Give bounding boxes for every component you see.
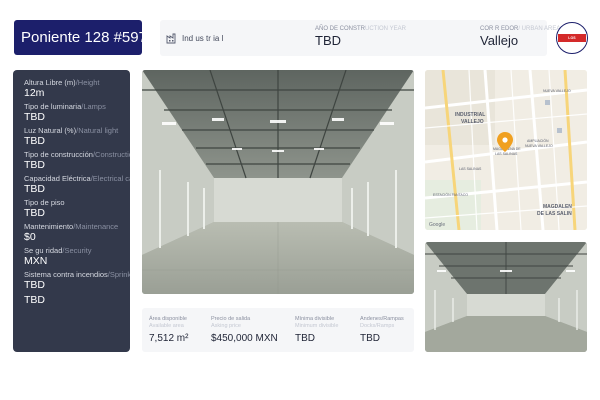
- corridor-label-en: / URBAN AREA: [518, 26, 561, 32]
- map-label: AMPLIACIÓN: [527, 138, 549, 143]
- property-type-chip: Ind us tr ia l: [166, 28, 223, 48]
- warehouse-interior-image-small: [425, 242, 587, 352]
- stat-value: 7,512 m²: [149, 333, 189, 344]
- spec-label-en: /Electrical capacity: [90, 174, 130, 183]
- spec-label-en: /Security: [62, 246, 92, 255]
- warehouse-interior-image: [142, 70, 414, 294]
- spec-label: Tipo de piso: [24, 198, 65, 207]
- construction-year-field: AÑO DE CONSTRUCTION YEAR TBD: [315, 26, 406, 48]
- spec-value: TBD: [24, 207, 45, 219]
- stat-label: Mínima divisible: [295, 316, 335, 322]
- spec-item: Se gu ridad/Security MXN: [24, 246, 130, 268]
- warehouse-secondary-photo[interactable]: [425, 242, 587, 352]
- map-label: DE LAS SALIN: [537, 211, 572, 217]
- corridor-label: COR R EDOR: [480, 26, 519, 32]
- spec-label: Tipo de luminaria: [24, 102, 82, 111]
- spec-value: $0: [24, 231, 36, 243]
- warehouse-main-photo[interactable]: [142, 70, 414, 294]
- logo-text: LOS INMUEBLES: [558, 34, 586, 48]
- spec-value: TBD: [24, 183, 45, 195]
- corridor-value: Vallejo: [480, 33, 519, 48]
- spec-item: Sistema contra incendios/Sprinkling Syst…: [24, 270, 130, 292]
- spec-item: Tipo de piso TBD: [24, 198, 130, 220]
- stat-value: $450,000 MXN: [211, 333, 278, 344]
- listing-stats-bar: Área disponible Available area 7,512 m² …: [142, 308, 414, 352]
- spec-item: Capacidad Eléctrica/Electrical capacity …: [24, 174, 130, 196]
- spec-label-en: /Lamps: [81, 102, 106, 111]
- spec-label: Capacidad Eléctrica: [24, 174, 91, 183]
- map-attribution: Google: [429, 222, 445, 228]
- factory-icon: [166, 33, 176, 44]
- spec-item: Tipo de construcción/Construction TBD: [24, 150, 130, 172]
- spec-item: Luz Natural (%)/Natural light TBD: [24, 126, 130, 148]
- stat-label: Andenes/Rampas: [360, 316, 404, 322]
- map-image: INDUSTRIAL VALLEJO AMPLIACIÓN NUEVA VALL…: [425, 70, 587, 230]
- spec-label: Altura Libre (m): [24, 78, 76, 87]
- spec-value: MXN: [24, 255, 48, 267]
- spec-label-en: /Construction: [92, 150, 130, 159]
- stat-value: TBD: [295, 333, 315, 344]
- map-label: NUEVA VALLEJO: [525, 144, 553, 148]
- spec-label: Se gu ridad: [24, 246, 63, 255]
- stat-label: Área disponible: [149, 316, 187, 322]
- construction-year-label-en: UCTION YEAR: [365, 26, 406, 32]
- property-title: Poniente 128 #597: [14, 20, 147, 55]
- spec-item: Altura Libre (m)/Height 12m: [24, 78, 130, 100]
- map-label: LAS SALINAS: [459, 167, 482, 171]
- spec-label: Tipo de construcción: [24, 150, 93, 159]
- spec-value: TBD: [24, 294, 45, 306]
- stat-label-en: Asking price: [211, 323, 241, 329]
- construction-year-value: TBD: [315, 33, 341, 48]
- stat-minimum-divisible: Mínima divisible Minimum divisible TBD: [295, 316, 338, 344]
- property-summary-bar: Ind us tr ia l AÑO DE CONSTRUCTION YEAR …: [160, 20, 560, 56]
- stat-label-en: Docks/Ramps: [360, 323, 395, 329]
- location-map[interactable]: INDUSTRIAL VALLEJO AMPLIACIÓN NUEVA VALL…: [425, 70, 587, 230]
- stat-docks-ramps: Andenes/Rampas Docks/Ramps TBD: [360, 316, 404, 344]
- stat-asking-price: Precio de salida Asking price $450,000 M…: [211, 316, 278, 344]
- spec-value: 12m: [24, 87, 45, 99]
- corridor-field: COR R EDOR/ URBAN AREA Vallejo: [480, 26, 560, 48]
- spec-label: Sistema contra incendios: [24, 270, 108, 279]
- construction-year-label: AÑO DE CONSTR: [315, 26, 366, 32]
- stat-label-en: Minimum divisible: [295, 323, 339, 329]
- map-label: NUEVA VALLEJO: [543, 89, 571, 93]
- map-label: INDUSTRIAL: [455, 112, 485, 118]
- stat-label: Precio de salida: [211, 316, 251, 322]
- spec-label-en: /Height: [75, 78, 100, 87]
- spec-value: TBD: [24, 111, 45, 123]
- spec-label-en: /Sprinkling System: [107, 270, 130, 279]
- spec-item: Mantenimiento/Maintenance $0: [24, 222, 130, 244]
- spec-label-en: /Maintenance: [73, 222, 119, 231]
- specs-panel: Altura Libre (m)/Height 12m Tipo de lumi…: [13, 70, 130, 352]
- spec-label: Mantenimiento: [24, 222, 74, 231]
- spec-item: TBD: [24, 294, 130, 307]
- map-label: VALLEJO: [461, 119, 484, 125]
- map-label: MAGDALEN: [543, 204, 572, 210]
- spec-value: TBD: [24, 159, 45, 171]
- spec-label-en: /Natural light: [76, 126, 119, 135]
- stat-available-area: Área disponible Available area 7,512 m²: [149, 316, 188, 344]
- spec-value: TBD: [24, 135, 45, 147]
- map-label: ESTACIÓN PANTACO: [433, 192, 468, 197]
- spec-item: Tipo de luminaria/Lamps TBD: [24, 102, 130, 124]
- property-type-label: Ind us tr ia l: [182, 33, 224, 43]
- company-logo[interactable]: LOS INMUEBLES: [556, 22, 588, 54]
- spec-label: Luz Natural (%): [24, 126, 77, 135]
- map-label: LAS SALINAS: [495, 152, 518, 156]
- stat-label-en: Available area: [149, 323, 184, 329]
- stat-value: TBD: [360, 333, 380, 344]
- spec-value: TBD: [24, 279, 45, 291]
